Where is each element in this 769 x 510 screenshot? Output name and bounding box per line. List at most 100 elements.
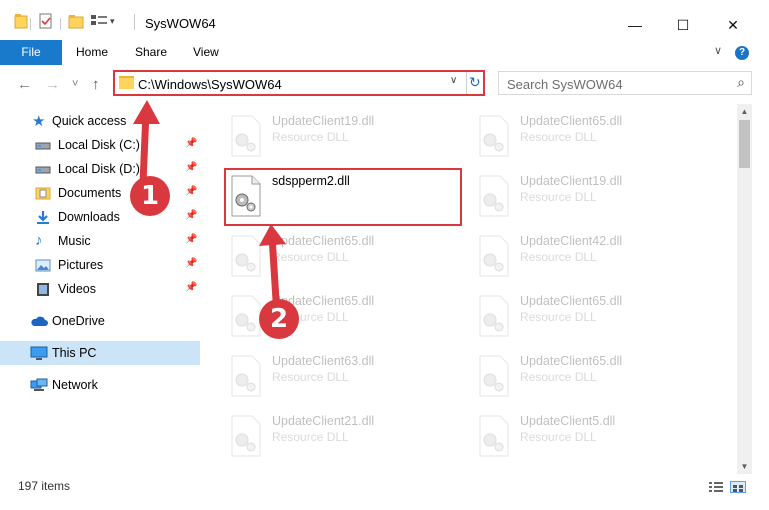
dll-file-icon — [476, 294, 512, 338]
address-dropdown-icon[interactable]: ∨ — [450, 75, 457, 86]
details-view-icon[interactable] — [708, 481, 724, 493]
pin-icon[interactable]: 📌 — [185, 258, 197, 269]
ribbon-collapse-icon[interactable]: ∨ — [714, 44, 722, 57]
file-item[interactable]: UpdateClient42.dll Resource DLL — [472, 228, 702, 284]
music-icon: ♪ — [35, 232, 43, 249]
file-type: Resource DLL — [272, 250, 349, 264]
title-bar: ▾ SysWOW64 — ☐ ✕ — [0, 0, 769, 40]
file-item[interactable]: UpdateClient19.dll Resource DLL — [224, 108, 454, 164]
dll-file-icon — [228, 234, 264, 278]
pin-icon[interactable]: 📌 — [185, 186, 197, 197]
documents-icon — [35, 186, 51, 200]
layout-icon[interactable] — [90, 13, 108, 31]
scroll-thumb[interactable] — [739, 120, 750, 168]
file-type: Resource DLL — [520, 250, 597, 264]
sidebar-item-videos[interactable]: Videos 📌 — [0, 277, 200, 301]
toolbar-separator — [60, 18, 61, 30]
sidebar-item-label: Network — [52, 378, 98, 392]
highlight-box — [224, 168, 462, 226]
sidebar-item-label: Pictures — [58, 258, 104, 272]
scroll-up-icon[interactable]: ▲ — [737, 104, 752, 119]
file-item[interactable]: UpdateClient19.dll Resource DLL — [472, 168, 702, 224]
tab-view[interactable]: View — [193, 40, 219, 65]
sidebar-item-pictures[interactable]: Pictures 📌 — [0, 253, 200, 277]
sidebar-item-label: OneDrive — [52, 314, 105, 328]
maximize-button[interactable]: ☐ — [666, 10, 700, 40]
step-1-badge: 1 — [130, 176, 170, 216]
scroll-down-icon[interactable]: ▼ — [737, 459, 752, 474]
title-separator — [134, 14, 135, 30]
file-item[interactable]: UpdateClient65.dll Resource DLL — [472, 288, 702, 344]
sidebar-item-music[interactable]: ♪ Music 📌 — [0, 229, 200, 253]
file-name: UpdateClient19.dll — [520, 174, 623, 188]
minimize-button[interactable]: — — [618, 10, 652, 40]
file-type: Resource DLL — [272, 430, 349, 444]
dll-file-icon — [228, 414, 264, 458]
status-bar: 197 items — [0, 474, 769, 498]
videos-icon — [35, 282, 51, 296]
file-name: UpdateClient63.dll — [272, 354, 375, 368]
sidebar-item-label: Local Disk (D:) — [58, 162, 140, 176]
file-item[interactable]: UpdateClient63.dll Resource DLL — [224, 348, 454, 404]
address-path[interactable]: C:\Windows\SysWOW64 — [138, 77, 282, 92]
sidebar-item-label: Downloads — [58, 210, 120, 224]
sidebar-item-downloads[interactable]: Downloads 📌 — [0, 205, 200, 229]
dll-file-icon — [228, 354, 264, 398]
close-button[interactable]: ✕ — [716, 10, 750, 40]
pin-icon[interactable]: 📌 — [185, 210, 197, 221]
tab-share[interactable]: Share — [135, 40, 167, 65]
sidebar-item-network[interactable]: Network — [0, 373, 200, 397]
file-item[interactable]: UpdateClient5.dll Resource DLL — [472, 408, 702, 464]
sidebar-item-local-disk-d[interactable]: Local Disk (D:) 📌 — [0, 157, 200, 181]
refresh-icon[interactable]: ↻ — [469, 74, 481, 91]
pin-icon[interactable]: 📌 — [185, 162, 197, 173]
search-icon[interactable]: ⌕ — [737, 74, 745, 91]
address-bar[interactable]: C:\Windows\SysWOW64 ∨ ↻ — [113, 70, 485, 96]
folder-icon — [119, 76, 134, 89]
sidebar-item-label: Videos — [58, 282, 96, 296]
file-type: Resource DLL — [520, 130, 597, 144]
pin-icon[interactable]: 📌 — [185, 282, 197, 293]
pin-icon[interactable]: 📌 — [185, 234, 197, 245]
ribbon-tabs: File Home Share View ∨ — [0, 40, 769, 65]
properties-icon[interactable] — [38, 13, 54, 31]
file-name: UpdateClient19.dll — [272, 114, 375, 128]
file-item[interactable]: UpdateClient65.dll Resource DLL — [472, 348, 702, 404]
file-type: Resource DLL — [520, 190, 597, 204]
back-button[interactable]: ← — [17, 76, 32, 93]
window-title: SysWOW64 — [145, 16, 216, 31]
sidebar-item-label: Local Disk (C:) — [58, 138, 140, 152]
tab-file[interactable]: File — [0, 40, 62, 65]
dll-file-icon — [476, 354, 512, 398]
dll-file-icon — [476, 114, 512, 158]
help-icon[interactable]: ? — [735, 46, 749, 60]
folder-icon[interactable] — [14, 13, 28, 31]
drive-icon — [35, 162, 51, 176]
sidebar-item-local-disk-c[interactable]: Local Disk (C:) 📌 — [0, 133, 200, 157]
sidebar-item-label: Quick access — [52, 114, 127, 128]
file-item[interactable]: UpdateClient21.dll Resource DLL — [224, 408, 454, 464]
new-folder-icon[interactable] — [68, 13, 84, 31]
large-icons-view-icon[interactable] — [730, 481, 746, 493]
address-separator — [466, 72, 467, 94]
up-button[interactable]: ↑ — [92, 76, 100, 93]
sidebar-item-label: Documents — [58, 186, 122, 200]
tab-home[interactable]: Home — [76, 40, 108, 65]
star-icon: ★ — [32, 113, 46, 130]
pictures-icon — [35, 258, 51, 272]
recent-locations-button[interactable]: ˅ — [72, 78, 78, 90]
customize-toolbar-icon[interactable]: ▾ — [110, 16, 115, 34]
file-item[interactable]: UpdateClient65.dll Resource DLL — [224, 228, 454, 284]
sidebar-item-quick-access[interactable]: ★ Quick access — [0, 109, 200, 133]
forward-button[interactable]: → — [45, 76, 60, 93]
file-type: Resource DLL — [520, 310, 597, 324]
dll-file-icon — [476, 174, 512, 218]
dll-file-icon — [228, 114, 264, 158]
pin-icon[interactable]: 📌 — [185, 138, 197, 149]
file-item[interactable]: UpdateClient65.dll Resource DLL — [472, 108, 702, 164]
sidebar-item-this-pc[interactable]: This PC — [0, 341, 200, 365]
search-input[interactable]: Search SysWOW64 ⌕ — [498, 71, 752, 95]
vertical-scrollbar[interactable]: ▲ ▼ — [737, 104, 752, 474]
sidebar-item-documents[interactable]: Documents 📌 — [0, 181, 200, 205]
sidebar-item-onedrive[interactable]: OneDrive — [0, 309, 200, 333]
